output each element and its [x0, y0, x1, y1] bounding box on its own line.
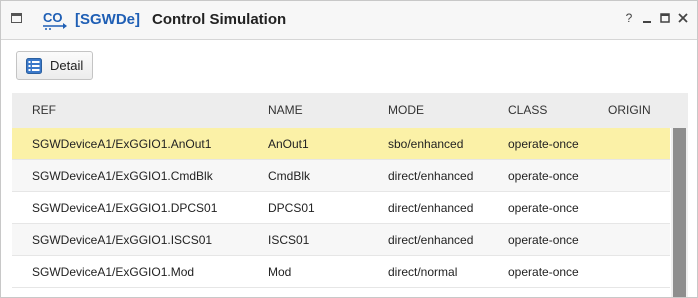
detail-button-label: Detail: [50, 58, 84, 73]
control-simulation-window: CO [SGWDe] Control Simulation ? Detail R…: [0, 0, 698, 298]
table-body: SGWDeviceA1/ExGGIO1.AnOut1 AnOut1 sbo/en…: [12, 128, 670, 288]
vertical-scrollbar[interactable]: [671, 128, 688, 297]
title-prefix: [SGWDe]: [75, 11, 140, 28]
table-row[interactable]: SGWDeviceA1/ExGGIO1.Mod Mod direct/norma…: [12, 256, 670, 288]
column-header-class[interactable]: CLASS: [508, 103, 547, 117]
logo-text: CO: [43, 10, 63, 25]
cell-ref: SGWDeviceA1/ExGGIO1.Mod: [32, 265, 195, 279]
close-icon[interactable]: [677, 11, 689, 25]
help-icon[interactable]: ?: [623, 11, 635, 25]
table-row[interactable]: SGWDeviceA1/ExGGIO1.CmdBlk CmdBlk direct…: [12, 160, 670, 192]
control-table: REF NAME MODE CLASS ORIGIN SGWDeviceA1/E…: [12, 93, 688, 297]
column-header-origin[interactable]: ORIGIN: [608, 103, 651, 117]
cell-class: operate-once: [508, 265, 579, 279]
cell-mode: direct/enhanced: [388, 201, 474, 215]
cell-mode: direct/enhanced: [388, 169, 474, 183]
cell-mode: direct/normal: [388, 265, 458, 279]
title-bar: CO [SGWDe] Control Simulation ?: [1, 1, 697, 40]
table-header: REF NAME MODE CLASS ORIGIN: [12, 93, 688, 128]
detail-list-icon: [26, 57, 42, 74]
table-row[interactable]: SGWDeviceA1/ExGGIO1.AnOut1 AnOut1 sbo/en…: [12, 128, 670, 160]
maximize-icon[interactable]: [659, 11, 671, 25]
cell-ref: SGWDeviceA1/ExGGIO1.AnOut1: [32, 137, 212, 151]
table-row[interactable]: SGWDeviceA1/ExGGIO1.ISCS01 ISCS01 direct…: [12, 224, 670, 256]
column-header-ref[interactable]: REF: [32, 103, 56, 117]
detail-button[interactable]: Detail: [16, 51, 93, 80]
cell-class: operate-once: [508, 201, 579, 215]
cell-ref: SGWDeviceA1/ExGGIO1.CmdBlk: [32, 169, 213, 183]
cell-ref: SGWDeviceA1/ExGGIO1.ISCS01: [32, 233, 213, 247]
cell-name: CmdBlk: [268, 169, 311, 183]
cell-name: ISCS01: [268, 233, 310, 247]
cell-name: AnOut1: [268, 137, 309, 151]
cell-mode: direct/enhanced: [388, 233, 474, 247]
column-header-name[interactable]: NAME: [268, 103, 303, 117]
cell-name: Mod: [268, 265, 292, 279]
window-icon: [11, 13, 22, 23]
window-title: Control Simulation: [152, 11, 287, 28]
cell-name: DPCS01: [268, 201, 315, 215]
cell-mode: sbo/enhanced: [388, 137, 464, 151]
window-controls: ?: [623, 11, 689, 25]
cell-class: operate-once: [508, 137, 579, 151]
column-header-mode[interactable]: MODE: [388, 103, 424, 117]
co-logo-icon: CO: [43, 10, 67, 30]
cell-ref: SGWDeviceA1/ExGGIO1.DPCS01: [32, 201, 218, 215]
table-row[interactable]: SGWDeviceA1/ExGGIO1.DPCS01 DPCS01 direct…: [12, 192, 670, 224]
minimize-icon[interactable]: [641, 11, 653, 25]
cell-class: operate-once: [508, 169, 579, 183]
cell-class: operate-once: [508, 233, 579, 247]
scrollbar-thumb[interactable]: [673, 128, 686, 297]
